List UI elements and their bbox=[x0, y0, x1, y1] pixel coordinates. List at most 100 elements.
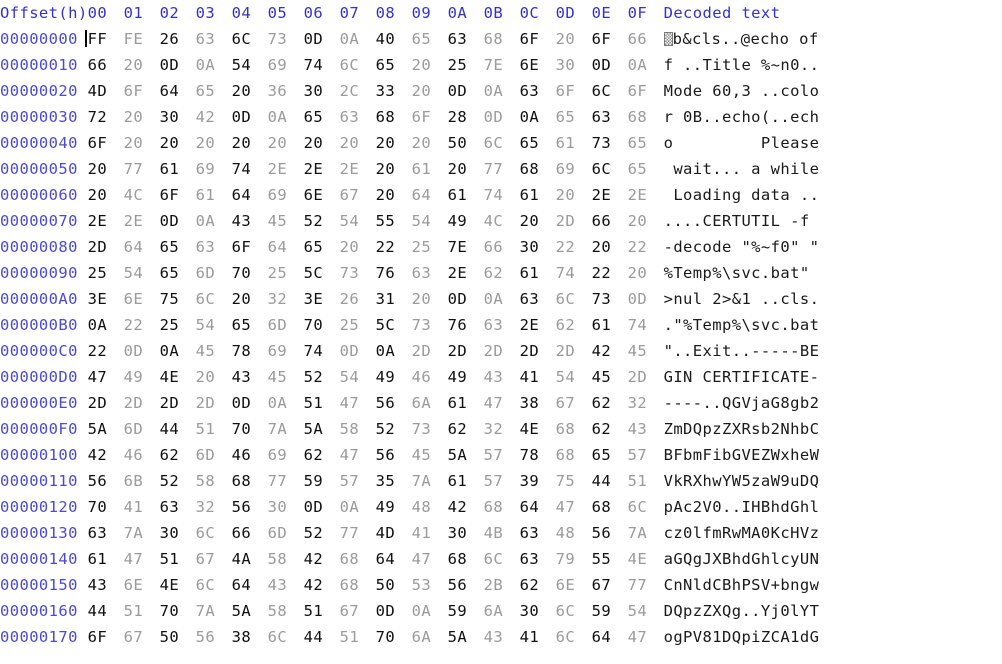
hex-byte[interactable]: 25 bbox=[448, 52, 484, 78]
hex-byte[interactable]: 52 bbox=[160, 468, 196, 494]
hex-byte[interactable]: 56 bbox=[88, 468, 124, 494]
hex-byte[interactable]: 20 bbox=[268, 130, 304, 156]
hex-byte[interactable]: 64 bbox=[124, 234, 160, 260]
hex-byte[interactable]: 42 bbox=[592, 338, 628, 364]
hex-byte[interactable]: 4D bbox=[376, 520, 412, 546]
hex-byte[interactable]: 41 bbox=[412, 520, 448, 546]
hex-byte[interactable]: 7A bbox=[196, 598, 232, 624]
hex-byte[interactable]: 68 bbox=[448, 546, 484, 572]
hex-byte[interactable]: 20 bbox=[232, 286, 268, 312]
hex-byte[interactable]: 52 bbox=[304, 208, 340, 234]
hex-byte[interactable]: 56 bbox=[232, 494, 268, 520]
hex-byte[interactable]: 56 bbox=[376, 442, 412, 468]
hex-byte[interactable]: 6C bbox=[268, 624, 304, 650]
hex-byte[interactable]: 33 bbox=[376, 78, 412, 104]
hex-byte[interactable]: 2D bbox=[556, 338, 592, 364]
hex-byte[interactable]: 64 bbox=[232, 182, 268, 208]
hex-byte[interactable]: 54 bbox=[340, 364, 376, 390]
hex-byte[interactable]: 30 bbox=[160, 520, 196, 546]
hex-byte[interactable]: 45 bbox=[592, 364, 628, 390]
hex-byte[interactable]: 68 bbox=[592, 494, 628, 520]
hex-row[interactable]: 00000080 2D 64 65 63 6F 64 65 20 22 25 7E 66 30 22 20 22… bbox=[0, 234, 819, 260]
hex-byte[interactable]: 42 bbox=[448, 494, 484, 520]
hex-byte[interactable]: 67 bbox=[124, 624, 160, 650]
hex-byte[interactable]: 20 bbox=[556, 26, 592, 52]
hex-byte[interactable]: 68 bbox=[340, 572, 376, 598]
hex-byte[interactable]: 6C bbox=[196, 286, 232, 312]
hex-byte[interactable]: 47 bbox=[340, 442, 376, 468]
hex-byte[interactable]: 66 bbox=[628, 26, 664, 52]
hex-byte[interactable]: 7A bbox=[412, 468, 448, 494]
hex-byte[interactable]: 61 bbox=[448, 390, 484, 416]
hex-byte[interactable]: 6E bbox=[124, 572, 160, 598]
hex-byte[interactable]: 44 bbox=[304, 624, 340, 650]
hex-byte[interactable]: 54 bbox=[196, 312, 232, 338]
hex-byte[interactable]: 65 bbox=[556, 104, 592, 130]
hex-byte[interactable]: 6A bbox=[484, 598, 520, 624]
hex-byte[interactable]: 0D bbox=[232, 390, 268, 416]
hex-byte[interactable]: 6C bbox=[556, 598, 592, 624]
hex-byte[interactable]: 0A bbox=[484, 286, 520, 312]
hex-row[interactable]: 000000E0 2D 2D 2D 2D 0D 0A 51 47 56 6A 61 47 38 67 62 32… bbox=[0, 390, 819, 416]
hex-byte[interactable]: 44 bbox=[592, 468, 628, 494]
hex-byte[interactable]: 58 bbox=[268, 546, 304, 572]
hex-byte[interactable]: 65 bbox=[628, 130, 664, 156]
hex-byte[interactable]: 2D bbox=[556, 208, 592, 234]
decoded-text[interactable]: cz0lfmRwMA0KcHVz bbox=[664, 520, 820, 546]
hex-row[interactable]: 00000030 72 20 30 42 0D 0A 65 63 68 6F 28 0D 0A 65 63 68… bbox=[0, 104, 819, 130]
hex-byte[interactable]: 20 bbox=[556, 182, 592, 208]
hex-byte[interactable]: 63 bbox=[520, 546, 556, 572]
hex-byte[interactable]: 36 bbox=[268, 78, 304, 104]
decoded-text[interactable]: DQpzZXQg..Yj0lYT bbox=[664, 598, 820, 624]
hex-byte[interactable]: 0A bbox=[88, 312, 124, 338]
hex-byte[interactable]: 74 bbox=[304, 338, 340, 364]
hex-byte[interactable]: 69 bbox=[268, 182, 304, 208]
hex-byte[interactable]: 70 bbox=[304, 312, 340, 338]
hex-byte[interactable]: 63 bbox=[196, 234, 232, 260]
hex-byte[interactable]: 74 bbox=[304, 52, 340, 78]
hex-byte[interactable]: 73 bbox=[340, 260, 376, 286]
hex-byte[interactable]: 58 bbox=[340, 416, 376, 442]
hex-byte[interactable]: 51 bbox=[196, 416, 232, 442]
hex-byte[interactable]: 41 bbox=[520, 364, 556, 390]
hex-byte[interactable]: 2D bbox=[124, 390, 160, 416]
hex-byte[interactable]: 39 bbox=[520, 468, 556, 494]
hex-byte[interactable]: 20 bbox=[376, 130, 412, 156]
hex-byte[interactable]: 0D bbox=[592, 52, 628, 78]
hex-row[interactable]: 00000170 6F 67 50 56 38 6C 44 51 70 6A 5A 43 41 6C 64 47… bbox=[0, 624, 819, 650]
hex-byte[interactable]: 69 bbox=[196, 156, 232, 182]
hex-byte[interactable]: 5A bbox=[448, 624, 484, 650]
hex-byte[interactable]: 52 bbox=[376, 416, 412, 442]
hex-byte[interactable]: 30 bbox=[160, 104, 196, 130]
hex-byte[interactable]: 46 bbox=[124, 442, 160, 468]
hex-byte[interactable]: 64 bbox=[520, 494, 556, 520]
hex-byte[interactable]: 42 bbox=[88, 442, 124, 468]
hex-byte[interactable]: 49 bbox=[448, 364, 484, 390]
hex-byte[interactable]: 6D bbox=[268, 520, 304, 546]
hex-byte[interactable]: 40 bbox=[376, 26, 412, 52]
hex-byte[interactable]: 43 bbox=[484, 624, 520, 650]
hex-row[interactable]: 00000100 42 46 62 6D 46 69 62 47 56 45 5A 57 78 68 65 57… bbox=[0, 442, 819, 468]
hex-byte[interactable]: 67 bbox=[340, 182, 376, 208]
hex-byte[interactable]: 6A bbox=[412, 624, 448, 650]
hex-byte[interactable]: 25 bbox=[340, 312, 376, 338]
hex-row[interactable]: 00000130 63 7A 30 6C 66 6D 52 77 4D 41 30 4B 63 48 56 7A… bbox=[0, 520, 819, 546]
hex-byte[interactable]: 48 bbox=[412, 494, 448, 520]
hex-byte[interactable]: 30 bbox=[520, 598, 556, 624]
hex-byte[interactable]: 0D bbox=[376, 598, 412, 624]
hex-byte[interactable]: 75 bbox=[160, 286, 196, 312]
decoded-text[interactable]: "..Exit..-----BE bbox=[664, 338, 820, 364]
decoded-text[interactable]: ZmDQpzZXRsb2NhbC bbox=[664, 416, 820, 442]
hex-byte[interactable]: 65 bbox=[304, 234, 340, 260]
hex-byte[interactable]: 20 bbox=[232, 130, 268, 156]
decoded-text[interactable]: wait... a while bbox=[664, 156, 820, 182]
hex-byte[interactable]: 6C bbox=[628, 494, 664, 520]
hex-byte[interactable]: 2E bbox=[268, 156, 304, 182]
decoded-text[interactable]: pAc2V0..IHBhdGhl bbox=[664, 494, 820, 520]
hex-byte[interactable]: 6E bbox=[304, 182, 340, 208]
hex-byte[interactable]: 30 bbox=[520, 234, 556, 260]
hex-byte[interactable]: 26 bbox=[340, 286, 376, 312]
hex-byte[interactable]: 64 bbox=[232, 572, 268, 598]
hex-byte[interactable]: 20 bbox=[340, 234, 376, 260]
hex-byte[interactable]: 43 bbox=[484, 364, 520, 390]
